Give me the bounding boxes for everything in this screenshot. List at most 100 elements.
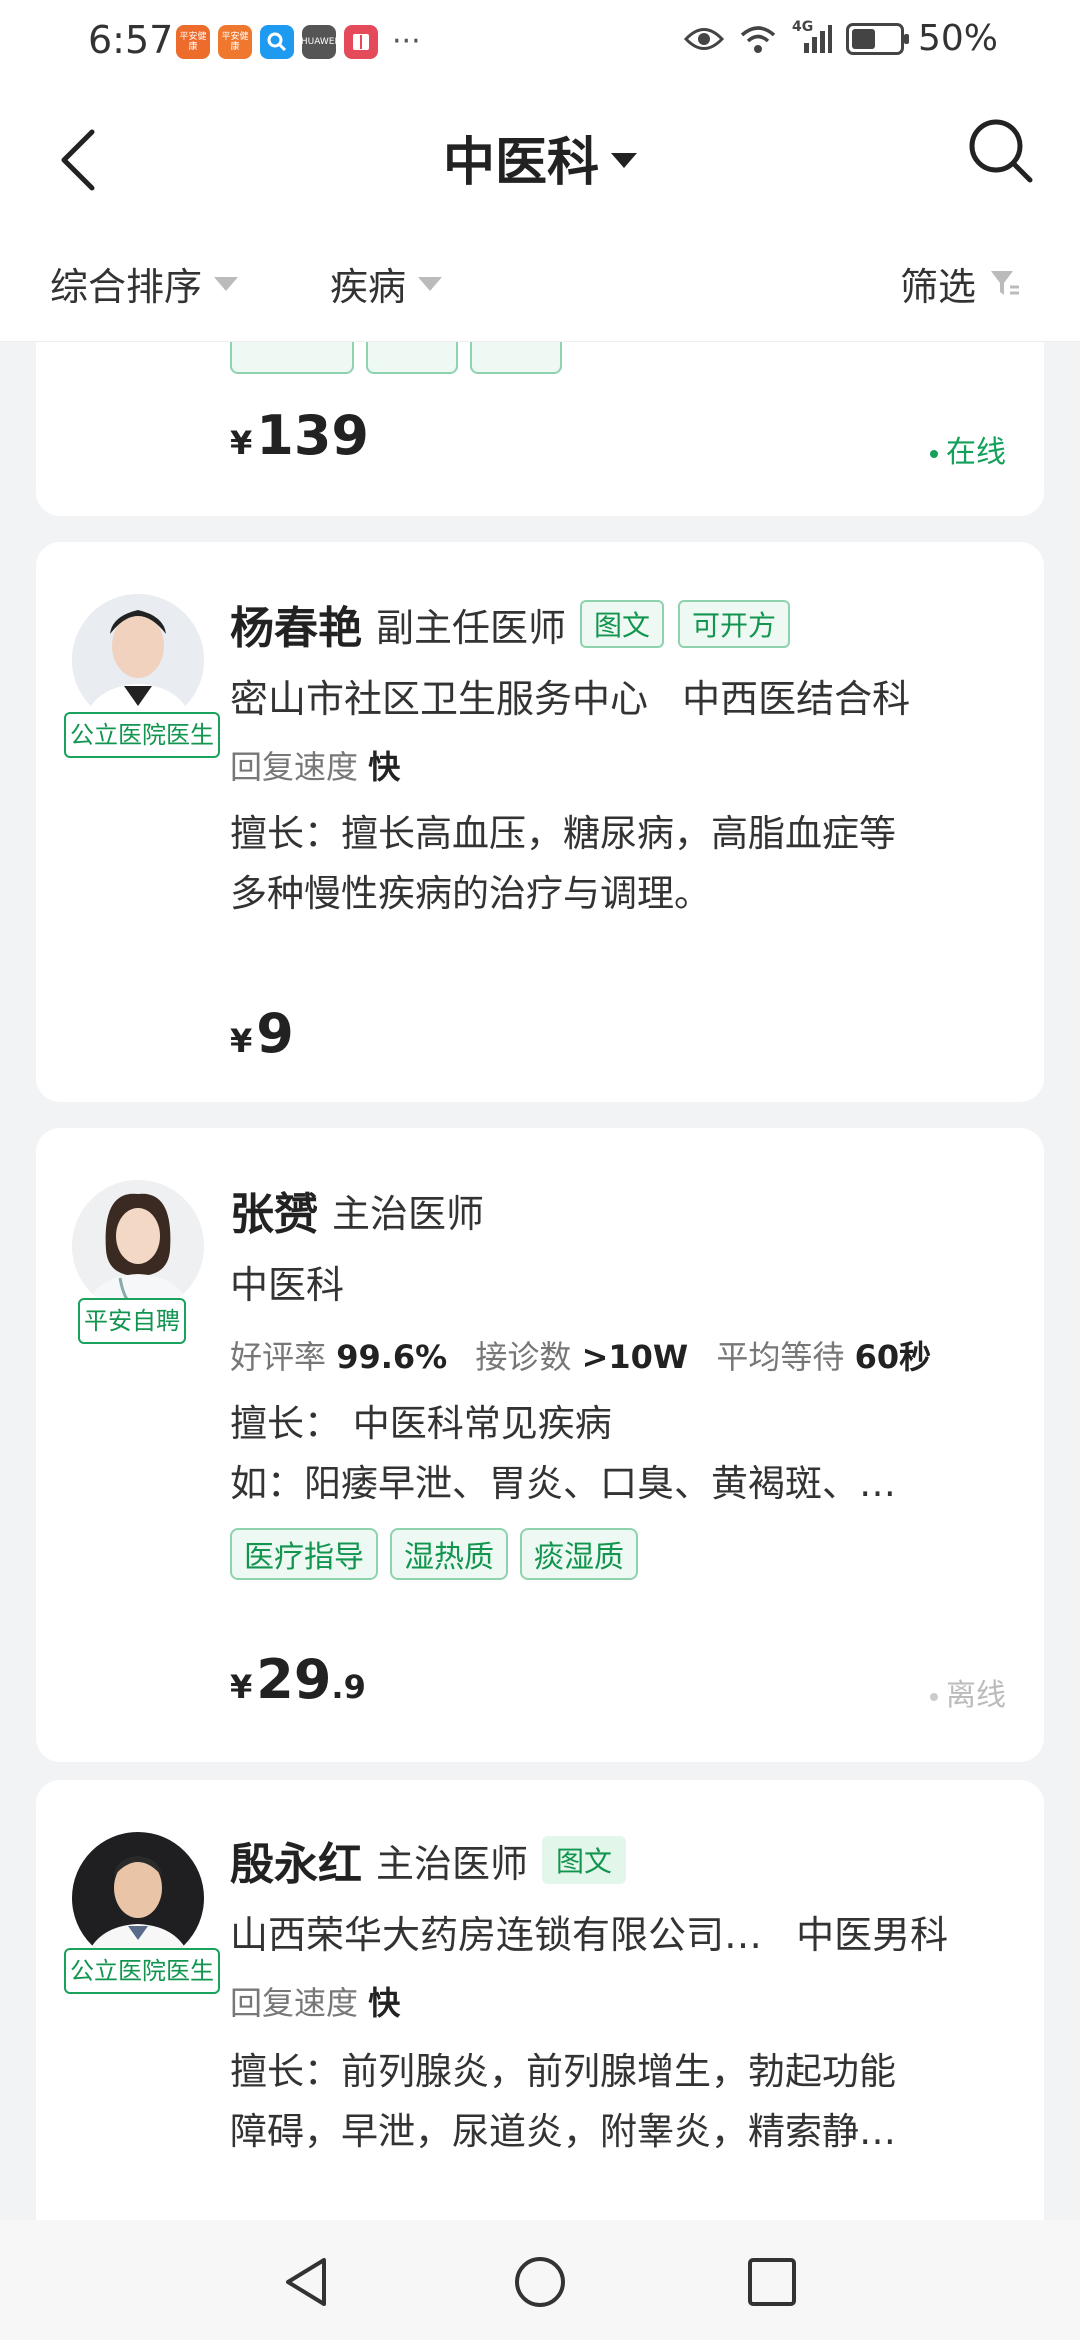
tag-partial xyxy=(470,342,562,374)
doctor-stats: 好评率 99.6% 接诊数 >10W 平均等待 60秒 xyxy=(230,1332,931,1378)
hospital-info: 山西荣华大药房连锁有限公司… 中医男科 xyxy=(230,1904,948,1959)
filter-label: 筛选 xyxy=(900,265,977,309)
status-label: 离线 xyxy=(946,1678,1006,1713)
reply-value: 快 xyxy=(368,1984,401,2022)
nav-home-button[interactable] xyxy=(512,2254,568,2310)
sort-dropdown[interactable]: 综合排序 xyxy=(50,256,239,311)
doctor-name: 张赟 xyxy=(230,1189,318,1240)
price-integer: 29 xyxy=(256,1648,332,1711)
filter-bar: 综合排序 疾病 筛选 xyxy=(0,226,1080,342)
currency-symbol: ¥ xyxy=(230,1668,253,1706)
search-icon xyxy=(969,119,1033,183)
disease-dropdown[interactable]: 疾病 xyxy=(330,256,443,311)
doctor-specialty: 擅长： 中医科常见疾病 如：阳痿早泄、胃炎、口臭、黄褐斑、… xyxy=(230,1394,1010,1514)
online-status: 在线 xyxy=(930,427,1006,471)
hospital-name: 密山市社区卫生服务中心 xyxy=(230,677,649,721)
signal-icon: 4G xyxy=(792,19,832,55)
doctor-specialty: 擅长：擅长高血压，糖尿病，高脂血症等 多种慢性疾病的治疗与调理。 xyxy=(230,804,1010,924)
specialty-line: 擅长：擅长高血压，糖尿病，高脂血症等 xyxy=(230,812,896,855)
doctor-title: 主治医师 xyxy=(376,1841,529,1886)
specialty-line: 如：阳痿早泄、胃炎、口臭、黄褐斑、… xyxy=(230,1462,896,1505)
price: ¥9 xyxy=(230,1002,294,1065)
offline-status: 离线 xyxy=(930,1670,1006,1714)
caret-down-icon xyxy=(418,276,443,291)
status-bar: 6:57 平安健康 平安健康 HUAWEI ··· 4G 50% xyxy=(0,0,1080,84)
system-nav-bar xyxy=(0,2220,1080,2340)
price-integer: 139 xyxy=(256,404,369,467)
system-status: 4G 50% xyxy=(683,18,998,59)
doctor-card[interactable]: ¥139 在线 xyxy=(36,342,1044,516)
more-notifications-icon: ··· xyxy=(392,24,421,59)
reply-speed: 回复速度 快 xyxy=(230,742,400,788)
reply-value: 快 xyxy=(368,748,401,786)
status-time: 6:57 xyxy=(88,18,174,62)
reply-label: 回复速度 xyxy=(230,1984,359,2022)
rating-value: 99.6% xyxy=(336,1338,448,1376)
doctor-name-row: 殷永红 主治医师 图文 xyxy=(230,1828,627,1892)
funnel-icon xyxy=(991,270,1020,295)
tag[interactable]: 医疗指导 xyxy=(230,1528,378,1580)
doctor-card[interactable]: 公立医院医生 殷永红 主治医师 图文 山西荣华大药房连锁有限公司… 中医男科 回… xyxy=(36,1780,1044,2220)
doctor-name-row: 杨春艳 副主任医师 图文 可开方 xyxy=(230,592,791,656)
nav-recents-button[interactable] xyxy=(744,2254,800,2310)
caret-down-icon xyxy=(214,276,239,291)
department-selector[interactable]: 中医科 xyxy=(0,120,1080,195)
battery-percent: 50% xyxy=(917,18,998,59)
tag[interactable]: 湿热质 xyxy=(390,1528,508,1580)
department-name: 中西医结合科 xyxy=(682,677,911,721)
service-badge: 图文 xyxy=(542,1836,627,1884)
tag[interactable]: 痰湿质 xyxy=(520,1528,638,1580)
partial-tags-row xyxy=(230,342,562,374)
specialty-line: 擅长：前列腺炎，前列腺增生，勃起功能 xyxy=(230,2050,896,2093)
public-hospital-badge: 公立医院医生 xyxy=(64,712,220,758)
filter-button[interactable]: 筛选 xyxy=(900,256,1022,311)
price-decimal: .9 xyxy=(331,1668,366,1706)
page-title: 中医科 xyxy=(442,133,599,193)
wait-value: 60秒 xyxy=(854,1338,932,1376)
search-button[interactable] xyxy=(964,114,1036,186)
doctor-name: 殷永红 xyxy=(230,1839,362,1890)
battery-level xyxy=(851,28,875,49)
service-badge: 可开方 xyxy=(678,600,791,648)
rating-label: 好评率 xyxy=(230,1338,327,1376)
doctor-name-row: 张赟 主治医师 xyxy=(230,1178,484,1242)
tag-partial xyxy=(230,342,354,374)
doctor-list: ¥139 在线 公立医院医生 杨春艳 副主任医师 图文 可开方 密山市社区卫生服… xyxy=(0,342,1080,2220)
doctor-avatar xyxy=(72,594,204,726)
disease-label: 疾病 xyxy=(330,265,407,309)
pingan-health-app-icon: 平安健康 xyxy=(218,24,252,59)
doctor-card[interactable]: 公立医院医生 杨春艳 副主任医师 图文 可开方 密山市社区卫生服务中心 中西医结… xyxy=(36,542,1044,1102)
currency-symbol: ¥ xyxy=(230,1022,253,1060)
doctor-avatar xyxy=(72,1180,204,1312)
department-name: 中医男科 xyxy=(796,1913,949,1957)
doctor-card[interactable]: 平安自聘 张赟 主治医师 中医科 好评率 99.6% 接诊数 >10W 平均等待… xyxy=(36,1128,1044,1762)
hospital-info: 密山市社区卫生服务中心 中西医结合科 xyxy=(230,668,910,723)
currency-symbol: ¥ xyxy=(230,424,253,462)
hospital-name: 山西荣华大药房连锁有限公司… xyxy=(230,1913,763,1957)
reply-label: 回复速度 xyxy=(230,748,359,786)
doctor-specialty: 擅长：前列腺炎，前列腺增生，勃起功能 障碍，早泄，尿道炎，附睾炎，精索静… xyxy=(230,2042,1010,2162)
wait-label: 平均等待 xyxy=(716,1338,845,1376)
nav-back-button[interactable] xyxy=(280,2254,336,2310)
sort-label: 综合排序 xyxy=(50,265,203,309)
price: ¥139 xyxy=(230,404,369,467)
online-dot-icon xyxy=(930,449,938,458)
doctor-title: 副主任医师 xyxy=(376,605,567,650)
caret-down-icon xyxy=(611,153,637,168)
battery-icon xyxy=(845,22,909,55)
eye-icon xyxy=(683,27,724,50)
status-label: 在线 xyxy=(946,435,1006,470)
doctor-name: 杨春艳 xyxy=(230,603,362,654)
search-app-icon xyxy=(260,24,294,59)
offline-dot-icon xyxy=(930,1692,938,1701)
wifi-icon xyxy=(740,25,776,53)
department-name: 中医科 xyxy=(230,1263,345,1307)
doctor-avatar xyxy=(72,1832,204,1964)
doctor-title: 主治医师 xyxy=(332,1191,485,1236)
reply-speed: 回复速度 快 xyxy=(230,1978,400,2024)
app-header: 中医科 xyxy=(0,84,1080,226)
public-hospital-badge: 公立医院医生 xyxy=(64,1948,220,1994)
constitution-tags: 医疗指导 湿热质 痰湿质 xyxy=(230,1528,638,1580)
visits-label: 接诊数 xyxy=(475,1338,572,1376)
pingan-hired-badge: 平安自聘 xyxy=(78,1298,186,1344)
